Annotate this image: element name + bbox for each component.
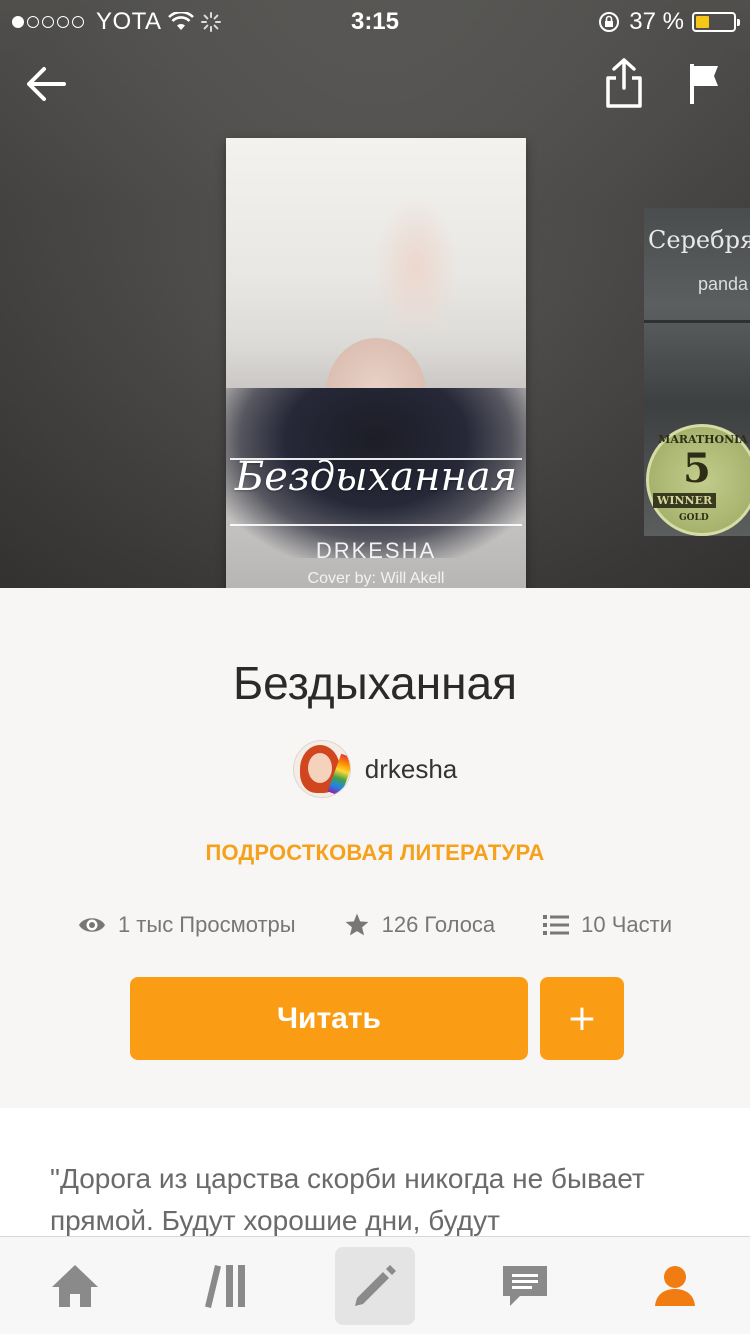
battery-level [696,16,710,28]
tab-home[interactable] [0,1237,150,1334]
badge-gold: GOLD [679,513,709,523]
next-cover-divider [644,320,750,323]
battery-percent: 37 % [629,8,684,35]
tab-library[interactable] [150,1237,300,1334]
battery-icon [692,12,740,32]
rotation-lock-icon [599,12,620,32]
next-cover-subtitle: panda [698,274,749,294]
tab-bar [0,1236,750,1334]
views-count: 1 тыс Просмотры [117,912,296,937]
add-to-library-button[interactable]: + [540,977,624,1060]
genre-link[interactable]: ПОДРОСТКОВАЯ ЛИТЕРАТУРА [0,840,750,866]
tab-write[interactable] [300,1237,450,1334]
share-icon [606,58,642,108]
next-cover-title: Серебрян [648,226,750,254]
parts-stat: 10 Части [543,912,672,938]
home-icon [52,1265,98,1307]
read-button[interactable]: Читать [130,977,528,1060]
report-button[interactable] [684,60,724,108]
cover-title: Бездыханная [234,454,518,500]
share-button[interactable] [602,56,646,110]
back-button[interactable] [22,60,70,108]
book-title: Бездыханная [232,657,518,709]
book-cover[interactable]: Бездыханная DRKESHA Cover by: Will Akell [226,138,526,588]
star-icon [345,913,368,936]
avatar[interactable] [292,740,351,798]
next-book-cover[interactable]: Серебрян panda MARATHONIA 5 WINNER GOLD [644,208,750,536]
badge-number: 5 [683,445,711,492]
library-icon [205,1265,245,1308]
cover-art-hand [376,198,456,338]
book-stats: 1 тыс Просмотры 126 Голоса 10 Части [0,912,750,938]
tab-profile[interactable] [600,1237,750,1334]
chat-icon [503,1266,547,1306]
author-name[interactable]: drkesha [365,754,458,785]
arrow-left-icon [27,67,66,101]
cover-author: DRKESHA [315,538,437,563]
tab-messages[interactable] [450,1237,600,1334]
parts-count: 10 Части [581,912,673,937]
author-link[interactable]: drkesha [0,740,750,798]
book-description[interactable]: "Дорога из царства скорби никогда не быв… [50,1158,710,1242]
badge-winner: WINNER [653,493,717,508]
cover-art: Бездыханная DRKESHA Cover by: Will Akell [226,138,526,588]
cover-credit: Cover by: Will Akell [307,570,445,587]
votes-count: 126 Голоса [381,912,496,937]
pencil-icon [355,1265,396,1306]
list-icon [543,915,570,935]
award-badge-icon: MARATHONIA 5 WINNER GOLD [646,424,750,536]
flag-icon [690,64,718,104]
votes-stat: 126 Голоса [344,912,496,938]
eye-icon [78,918,105,932]
profile-icon [655,1266,695,1306]
status-right: 37 % [597,8,740,36]
cover-rule-bottom [230,524,522,526]
views-stat: 1 тыс Просмотры [78,912,296,938]
book-header: YOTA 3:15 37 % Бездыханная DRKESHA Cover… [0,0,750,588]
status-bar: YOTA 3:15 37 % [0,0,750,40]
